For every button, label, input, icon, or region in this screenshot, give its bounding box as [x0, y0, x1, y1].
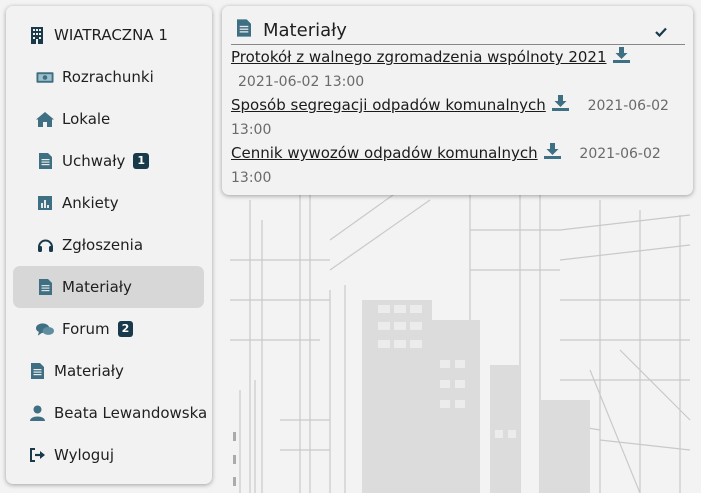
- sidebar-item-uchwaly[interactable]: Uchwały 1: [6, 140, 212, 182]
- building-label: WIATRACZNA 1: [54, 26, 168, 44]
- document-icon: [36, 152, 54, 170]
- materials-card: Materiały Protokół z walnego zgromadzeni…: [222, 6, 693, 195]
- sidebar-item-label: Rozrachunki: [62, 68, 154, 86]
- building-icon: [28, 26, 46, 44]
- poll-chart-icon: [36, 194, 54, 212]
- download-icon[interactable]: [612, 46, 630, 70]
- document-icon: [28, 362, 46, 380]
- sidebar-item-label: Materiały: [62, 278, 132, 296]
- sidebar-item-rozrachunki[interactable]: Rozrachunki: [6, 56, 212, 98]
- document-time: 13:00: [231, 170, 272, 186]
- document-link[interactable]: Sposób segregacji odpadów komunalnych: [231, 96, 546, 114]
- download-icon[interactable]: [551, 94, 569, 118]
- document-row: Protokół z walnego zgromadzenia wspólnot…: [231, 45, 630, 70]
- sidebar-item-materialy[interactable]: Materiały: [13, 266, 204, 308]
- sidebar-item-label: Ankiety: [62, 194, 119, 212]
- document-link[interactable]: Protokół z walnego zgromadzenia wspólnot…: [231, 48, 607, 66]
- document-time: 13:00: [231, 122, 272, 138]
- document-date: 2021-06-02: [587, 98, 669, 114]
- user-name: Beata Lewandowska: [54, 404, 208, 422]
- logout-label: Wyloguj: [54, 446, 114, 464]
- document-row: Sposób segregacji odpadów komunalnych 20…: [231, 93, 669, 118]
- collapse-check-icon[interactable]: [655, 22, 667, 41]
- money-icon: [36, 68, 54, 86]
- sidebar-item-label: Uchwały: [62, 152, 126, 170]
- sidebar-item-label: Lokale: [62, 110, 111, 128]
- sidebar-item-ankiety[interactable]: Ankiety: [6, 182, 212, 224]
- document-row: Cennik wywozów odpadów komunalnych 2021-…: [231, 141, 661, 166]
- document-date: 2021-06-02: [579, 146, 661, 162]
- logout-button[interactable]: Wyloguj: [6, 434, 212, 476]
- user-profile-link[interactable]: Beata Lewandowska: [6, 392, 212, 434]
- document-date: 2021-06-02 13:00: [238, 74, 365, 90]
- document-icon: [36, 278, 54, 296]
- sidebar-item-label: Materiały: [54, 362, 124, 380]
- sidebar-item-forum[interactable]: Forum 2: [6, 308, 212, 350]
- sidebar-item-label: Zgłoszenia: [62, 236, 144, 254]
- sidebar: WIATRACZNA 1 Rozrachunki Lokale Uchwały …: [6, 6, 212, 484]
- document-date-row: 13:00: [231, 117, 271, 142]
- document-date-row: 13:00: [231, 165, 271, 190]
- chat-bubbles-icon: [36, 320, 54, 338]
- card-header: Materiały: [231, 16, 685, 45]
- user-icon: [28, 404, 46, 422]
- logout-icon: [28, 446, 46, 464]
- forum-count-badge: 2: [117, 321, 134, 337]
- sidebar-item-zgloszenia[interactable]: Zgłoszenia: [6, 224, 212, 266]
- document-date-row: 2021-06-02 13:00: [238, 69, 364, 94]
- document-icon: [237, 19, 251, 41]
- headset-icon: [36, 236, 54, 254]
- card-title: Materiały: [263, 19, 347, 41]
- building-selector[interactable]: WIATRACZNA 1: [6, 14, 212, 56]
- document-link[interactable]: Cennik wywozów odpadów komunalnych: [231, 144, 538, 162]
- home-icon: [36, 110, 54, 128]
- sidebar-item-lokale[interactable]: Lokale: [6, 98, 212, 140]
- uchwaly-count-badge: 1: [133, 153, 149, 169]
- sidebar-item-materialy-main[interactable]: Materiały: [6, 350, 212, 392]
- download-icon[interactable]: [543, 142, 561, 166]
- sidebar-item-label: Forum: [62, 320, 110, 338]
